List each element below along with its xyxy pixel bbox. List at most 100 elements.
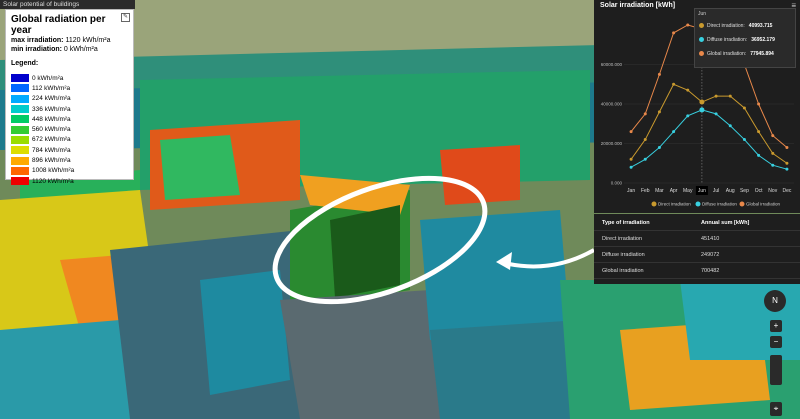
data-point bbox=[657, 110, 661, 114]
legend-label-text: 224 kWh/m²a bbox=[32, 95, 71, 103]
legend-item: 1008 kWh/m²a bbox=[11, 166, 128, 176]
data-point bbox=[785, 145, 789, 149]
legend-item: 896 kWh/m²a bbox=[11, 155, 128, 165]
x-tick-label: Feb bbox=[641, 188, 650, 194]
x-tick-label: Dec bbox=[782, 188, 791, 194]
legend-swatch bbox=[11, 166, 29, 175]
tilt-slider[interactable] bbox=[770, 355, 782, 385]
legend-swatch bbox=[11, 156, 29, 165]
min-irradiation: min irradiation: 0 kWh/m²a bbox=[11, 46, 98, 53]
x-tick-label: Mar bbox=[655, 188, 664, 194]
legend-label: Legend: bbox=[11, 60, 39, 67]
y-tick-label: 0.000 bbox=[611, 181, 623, 186]
x-tick-label: Aug bbox=[726, 188, 735, 194]
legend-label-text: 448 kWh/m²a bbox=[32, 115, 71, 123]
legend-swatch bbox=[11, 115, 29, 124]
data-point bbox=[699, 107, 705, 113]
chart-tooltip: Jun Direct irradiation: 40993.715 Diffuse… bbox=[694, 8, 796, 68]
data-point bbox=[686, 23, 690, 27]
legend-item: 336 kWh/m²a bbox=[11, 104, 128, 114]
tooltip-month: Jun bbox=[698, 11, 707, 17]
chart-legend-label: Diffuse irradiation bbox=[702, 202, 737, 207]
data-point bbox=[686, 88, 690, 92]
legend-marker bbox=[739, 201, 745, 207]
chart-legend-label: Global irradiation bbox=[746, 202, 781, 207]
legend-label-text: 560 kWh/m²a bbox=[32, 126, 71, 134]
legend-label-text: 784 kWh/m²a bbox=[32, 146, 71, 154]
table-row: Global irradiation 700482 bbox=[594, 264, 800, 279]
legend-item: 672 kWh/m²a bbox=[11, 135, 128, 145]
legend-swatch bbox=[11, 84, 29, 93]
table-row: Diffuse irradiation 249072 bbox=[594, 248, 800, 263]
irradiation-table: Type of irradiation Annual sum [kWh] Dire… bbox=[594, 214, 800, 284]
x-tick-label: Sep bbox=[740, 188, 749, 194]
legend-swatch bbox=[11, 146, 29, 155]
legend-panel: ✎ Global radiation per year max irradiat… bbox=[5, 9, 134, 186]
legend-label-text: 896 kWh/m²a bbox=[32, 157, 71, 165]
data-point bbox=[742, 138, 746, 142]
x-tick-label: Jun bbox=[698, 188, 706, 194]
legend-item: 784 kWh/m²a bbox=[11, 145, 128, 155]
panel-header: Solar potential of buildings bbox=[0, 0, 135, 9]
table-row: Direct irradiation 451410 bbox=[594, 232, 800, 247]
edit-icon[interactable]: ✎ bbox=[121, 13, 130, 22]
chart-panel: 0.000 20000.000 40000.000 60000.000 Jan Feb Ma… bbox=[594, 0, 800, 213]
location-pin-icon[interactable]: ⌖ bbox=[770, 402, 782, 416]
data-point bbox=[785, 161, 789, 165]
legend-swatch bbox=[11, 125, 29, 134]
legend-swatch bbox=[11, 94, 29, 103]
y-tick-label: 20000.000 bbox=[601, 141, 623, 146]
legend-label-text: 1120 kWh/m²a bbox=[32, 177, 74, 185]
x-tick-label: Jul bbox=[713, 188, 719, 194]
legend-marker bbox=[651, 201, 657, 207]
data-point bbox=[757, 130, 761, 134]
data-point bbox=[629, 130, 633, 134]
chart-legend-label: Direct irradiation bbox=[658, 202, 691, 207]
data-point bbox=[672, 31, 676, 35]
x-tick-label: Apr bbox=[670, 188, 678, 194]
legend-swatch bbox=[11, 74, 29, 83]
compass-button[interactable]: N bbox=[764, 290, 786, 312]
table-header: Type of irradiation Annual sum [kWh] bbox=[594, 216, 800, 231]
data-point bbox=[672, 130, 676, 134]
y-tick-label: 40000.000 bbox=[601, 102, 623, 107]
legend-marker bbox=[695, 201, 701, 207]
data-point bbox=[757, 153, 761, 157]
data-point bbox=[643, 157, 647, 161]
data-point bbox=[785, 167, 789, 171]
data-point bbox=[643, 112, 647, 116]
x-tick-label: Nov bbox=[768, 188, 777, 194]
max-irradiation: max irradiation: 1120 kWh/m²a bbox=[11, 37, 111, 44]
data-point bbox=[728, 94, 732, 98]
zoom-out-button[interactable]: − bbox=[770, 336, 782, 348]
x-tick-label: Jan bbox=[627, 188, 635, 194]
tooltip-row-global: Global irradiation: 77945.894 bbox=[699, 51, 774, 57]
data-point bbox=[771, 134, 775, 138]
data-point bbox=[771, 151, 775, 155]
data-point bbox=[672, 82, 676, 86]
data-point bbox=[771, 163, 775, 167]
tooltip-row-diffuse: Diffuse irradiation: 36952.179 bbox=[699, 37, 775, 43]
legend-item: 1120 kWh/m²a bbox=[11, 176, 128, 186]
panel-title: Global radiation per year bbox=[11, 14, 106, 36]
x-tick-label: Oct bbox=[755, 188, 763, 194]
data-point bbox=[728, 124, 732, 128]
legend-label-text: 1008 kWh/m²a bbox=[32, 167, 75, 175]
tooltip-row-direct: Direct irradiation: 40993.715 bbox=[699, 23, 772, 29]
legend-item: 560 kWh/m²a bbox=[11, 124, 128, 134]
legend-swatch bbox=[11, 135, 29, 144]
data-point bbox=[714, 94, 718, 98]
y-tick-label: 60000.000 bbox=[601, 62, 623, 67]
legend-item: 112 kWh/m²a bbox=[11, 83, 128, 93]
legend-swatch bbox=[11, 177, 29, 186]
data-point bbox=[629, 157, 633, 161]
legend-swatch bbox=[11, 105, 29, 114]
legend-item: 448 kWh/m²a bbox=[11, 114, 128, 124]
legend-label-text: 0 kWh/m²a bbox=[32, 74, 64, 82]
zoom-in-button[interactable]: + bbox=[770, 320, 782, 332]
x-tick-label: May bbox=[683, 188, 693, 194]
data-point bbox=[657, 145, 661, 149]
legend-label-text: 672 kWh/m²a bbox=[32, 136, 71, 144]
data-point bbox=[757, 102, 761, 106]
data-point bbox=[643, 138, 647, 142]
